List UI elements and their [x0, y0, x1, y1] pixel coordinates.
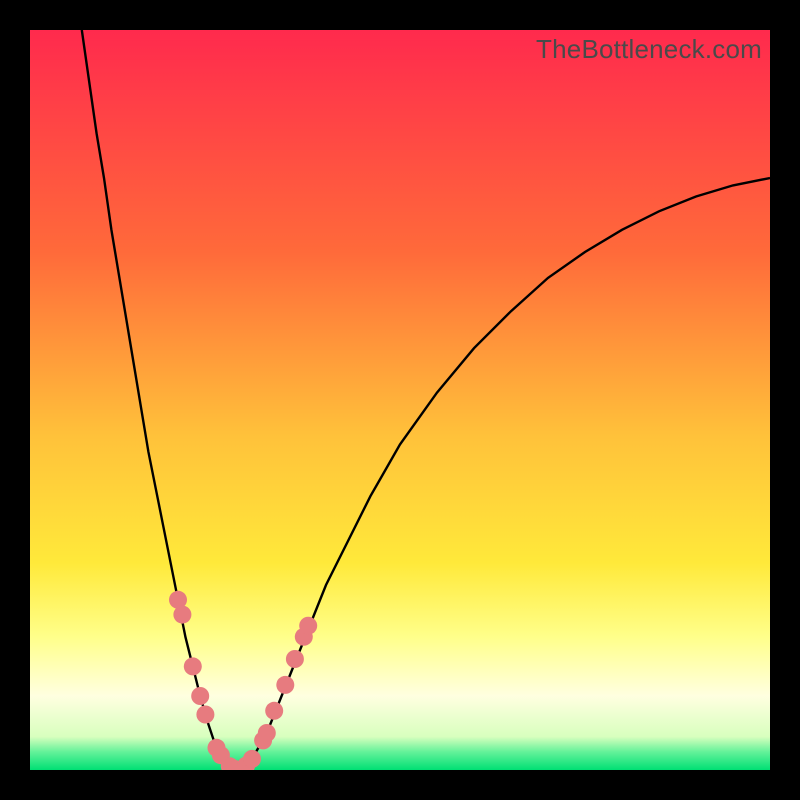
data-marker [184, 657, 202, 675]
data-marker [191, 687, 209, 705]
watermark-text: TheBottleneck.com [536, 34, 762, 65]
data-marker [243, 750, 261, 768]
data-marker [265, 702, 283, 720]
data-marker [286, 650, 304, 668]
data-marker [258, 724, 276, 742]
data-marker [196, 706, 214, 724]
bottleneck-curve [82, 30, 770, 770]
outer-frame: TheBottleneck.com [0, 0, 800, 800]
data-marker [173, 606, 191, 624]
plot-area: TheBottleneck.com [30, 30, 770, 770]
data-marker [299, 617, 317, 635]
data-marker [276, 676, 294, 694]
chart-svg [30, 30, 770, 770]
marker-group [169, 591, 317, 770]
